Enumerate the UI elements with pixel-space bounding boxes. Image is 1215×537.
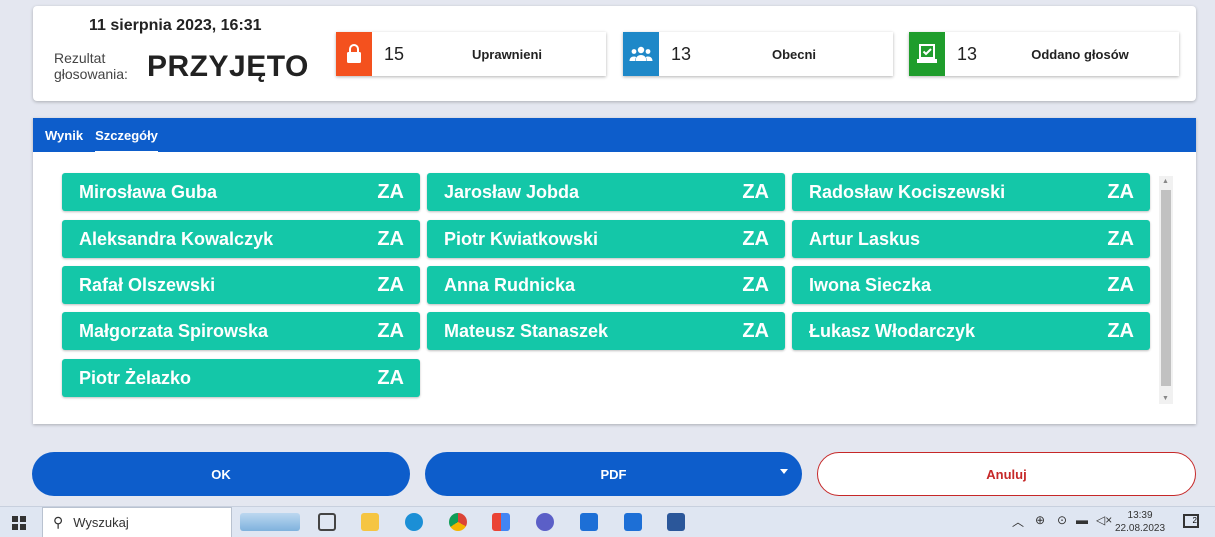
- tray-chevron-icon[interactable]: ︿: [1012, 513, 1024, 530]
- voter-vote: ZA: [1107, 227, 1134, 250]
- pdf-button[interactable]: PDF: [425, 452, 802, 496]
- result-value: PRZYJĘTO: [147, 50, 309, 83]
- app-icon[interactable]: [492, 513, 510, 531]
- voter-name: Aleksandra Kowalczyk: [79, 228, 274, 249]
- search-placeholder: Wyszukaj: [73, 515, 129, 530]
- voter-vote: ZA: [377, 319, 404, 342]
- result-label: Rezultat głosowania:: [54, 50, 128, 82]
- file-explorer-icon[interactable]: [361, 513, 379, 531]
- windows-start-icon[interactable]: [12, 516, 26, 530]
- word-icon[interactable]: [667, 513, 685, 531]
- voter-name: Mirosława Guba: [79, 181, 218, 202]
- taskbar-search[interactable]: ⚲ Wyszukaj: [42, 507, 232, 537]
- notification-icon[interactable]: 2: [1183, 514, 1199, 528]
- stat-present-value: 13: [671, 43, 692, 64]
- volume-muted-icon[interactable]: ◁×: [1096, 513, 1112, 527]
- network-icon[interactable]: ⊕: [1035, 513, 1045, 527]
- vote-datetime: 11 sierpnia 2023, 16:31: [89, 17, 262, 34]
- voter-name: Piotr Kwiatkowski: [444, 228, 599, 249]
- voter-vote: ZA: [742, 227, 769, 250]
- stat-votes-cast-value: 13: [957, 43, 978, 64]
- voter-name: Łukasz Włodarczyk: [809, 320, 976, 341]
- voter-vote: ZA: [377, 180, 404, 203]
- scrollbar-thumb[interactable]: [1161, 190, 1171, 386]
- voter-card: Mirosława Guba ZA: [62, 173, 420, 211]
- edge-icon[interactable]: [405, 513, 423, 531]
- chevron-down-icon[interactable]: [780, 469, 788, 474]
- clock-date: 22.08.2023: [1115, 523, 1166, 534]
- notification-count: 2: [1192, 516, 1197, 525]
- voter-vote: ZA: [377, 366, 404, 389]
- scroll-down-icon[interactable]: ▼: [1162, 395, 1169, 402]
- voter-vote: ZA: [377, 227, 404, 250]
- voter-card: Artur Laskus ZA: [792, 220, 1150, 258]
- voter-name: Piotr Żelazko: [79, 367, 192, 388]
- search-highlight-image[interactable]: [240, 513, 300, 531]
- voter-name: Rafał Olszewski: [79, 274, 216, 295]
- stat-eligible: 15 Uprawnieni: [336, 32, 606, 76]
- voter-vote: ZA: [742, 180, 769, 203]
- voter-vote: ZA: [742, 273, 769, 296]
- tab-bar: Wynik Szczegóły: [33, 118, 1196, 154]
- voter-name: Anna Rudnicka: [444, 274, 576, 295]
- voter-card: Radosław Kociszewski ZA: [792, 173, 1150, 211]
- voter-name: Mateusz Stanaszek: [444, 320, 609, 341]
- voter-card: Anna Rudnicka ZA: [427, 266, 785, 304]
- taskbar-clock[interactable]: 13:39 22.08.2023: [1115, 509, 1165, 535]
- search-icon: ⚲: [53, 514, 64, 530]
- stat-eligible-label: Uprawnieni: [471, 46, 543, 62]
- voter-vote: ZA: [377, 273, 404, 296]
- ok-button[interactable]: OK: [32, 452, 410, 496]
- chrome-icon[interactable]: [449, 513, 467, 531]
- stat-votes-cast-label: Oddano głosów: [1031, 46, 1129, 62]
- voter-vote: ZA: [1107, 180, 1134, 203]
- voter-card: Aleksandra Kowalczyk ZA: [62, 220, 420, 258]
- scroll-up-icon[interactable]: ▲: [1162, 178, 1169, 185]
- onedrive-icon[interactable]: ⊙: [1057, 513, 1067, 527]
- app-b-active-icon[interactable]: [624, 513, 642, 531]
- voter-card: Iwona Sieczka ZA: [792, 266, 1150, 304]
- voter-name: Artur Laskus: [809, 228, 921, 249]
- tab-result[interactable]: Wynik: [45, 124, 83, 147]
- voter-vote: ZA: [742, 319, 769, 342]
- voter-name: Iwona Sieczka: [809, 274, 932, 295]
- cancel-button[interactable]: Anuluj: [817, 452, 1196, 496]
- voter-card: Jarosław Jobda ZA: [427, 173, 785, 211]
- voter-card: Łukasz Włodarczyk ZA: [792, 312, 1150, 350]
- tab-details[interactable]: Szczegóły: [95, 124, 158, 154]
- vertical-scrollbar[interactable]: ▲ ▼: [1159, 176, 1173, 404]
- stat-eligible-value: 15: [384, 43, 405, 64]
- voter-card: Piotr Kwiatkowski ZA: [427, 220, 785, 258]
- vote-check-icon: [909, 32, 945, 76]
- clock-time: 13:39: [1127, 510, 1153, 521]
- voter-name: Jarosław Jobda: [444, 181, 580, 202]
- stat-present: 13 Obecni: [623, 32, 893, 76]
- teams-icon[interactable]: [536, 513, 554, 531]
- vote-summary-card: 11 sierpnia 2023, 16:31 Rezultat głosowa…: [33, 6, 1196, 101]
- voter-card: Małgorzata Spirowska ZA: [62, 312, 420, 350]
- windows-taskbar: ⚲ Wyszukaj ︿ ⊕ ⊙ ▬ ◁× 13:39 22.08.2023 2: [0, 506, 1215, 537]
- voter-name: Małgorzata Spirowska: [79, 320, 269, 341]
- pdf-button-label: PDF: [600, 466, 627, 482]
- stat-present-label: Obecni: [771, 46, 817, 62]
- app-b-icon[interactable]: [580, 513, 598, 531]
- task-view-icon[interactable]: [318, 513, 336, 531]
- users-icon: [623, 32, 659, 76]
- lock-icon: [336, 32, 372, 76]
- voter-name: Radosław Kociszewski: [809, 181, 1006, 202]
- voter-card: Piotr Żelazko ZA: [62, 359, 420, 397]
- stat-votes-cast: 13 Oddano głosów: [909, 32, 1179, 76]
- voter-vote: ZA: [1107, 319, 1134, 342]
- battery-icon[interactable]: ▬: [1076, 513, 1088, 527]
- vote-details-panel: Wynik Szczegóły Mirosława Guba ZA Jarosła…: [33, 118, 1196, 424]
- voter-card: Rafał Olszewski ZA: [62, 266, 420, 304]
- voter-card: Mateusz Stanaszek ZA: [427, 312, 785, 350]
- voter-vote: ZA: [1107, 273, 1134, 296]
